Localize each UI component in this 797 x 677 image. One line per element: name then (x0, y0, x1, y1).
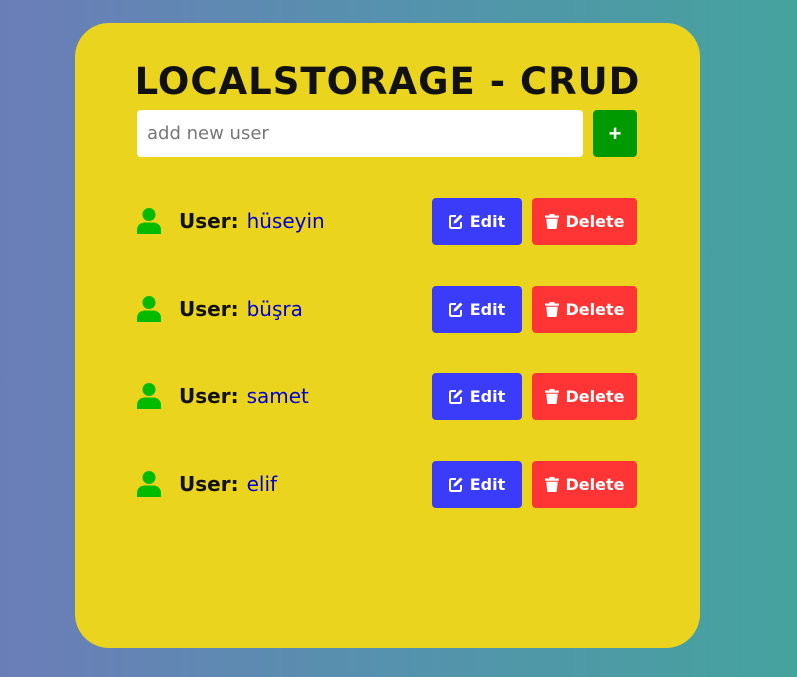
trash-icon (544, 301, 559, 317)
user-prefix: User: (179, 384, 239, 408)
delete-button[interactable]: Delete (532, 373, 637, 420)
user-prefix: User: (179, 296, 239, 321)
list-item: User: büşra Edit Delete (137, 285, 637, 333)
list-item: User: hüseyin Edit Delete (137, 198, 637, 245)
edit-icon (448, 389, 463, 404)
delete-label: Delete (565, 387, 625, 406)
edit-label: Edit (469, 387, 506, 406)
user-name: hüseyin (246, 209, 325, 233)
user-label: User: elif (179, 472, 277, 496)
edit-label: Edit (469, 299, 506, 319)
edit-icon (448, 214, 463, 229)
user-icon (137, 295, 161, 322)
user-name: büşra (246, 296, 303, 321)
delete-label: Delete (565, 474, 625, 494)
delete-label: Delete (565, 212, 625, 231)
user-label: User: samet (179, 384, 309, 408)
delete-label: Delete (565, 299, 625, 319)
add-user-button[interactable]: + (593, 110, 637, 157)
edit-label: Edit (469, 212, 506, 231)
trash-icon (544, 476, 559, 492)
delete-button[interactable]: Delete (532, 460, 637, 508)
user-name: samet (246, 384, 309, 408)
crud-card: LOCALSTORAGE - CRUD + User: hüseyin Edit (75, 23, 700, 648)
list-item: User: elif Edit Delete (137, 460, 637, 508)
edit-button[interactable]: Edit (432, 373, 522, 420)
new-user-input[interactable] (137, 110, 583, 157)
input-row: + (137, 110, 637, 157)
user-name: elif (246, 471, 278, 496)
user-list: User: hüseyin Edit Delete User: büşra Ed… (137, 198, 637, 548)
user-icon (137, 383, 161, 409)
page-title: LOCALSTORAGE - CRUD (134, 60, 641, 103)
delete-button[interactable]: Delete (532, 198, 637, 245)
delete-button[interactable]: Delete (532, 285, 637, 333)
user-prefix: User: (179, 471, 239, 496)
user-label: User: hüseyin (179, 209, 325, 233)
user-icon (137, 470, 161, 497)
trash-icon (544, 214, 559, 229)
list-item: User: samet Edit Delete (137, 373, 637, 420)
trash-icon (544, 389, 559, 404)
edit-icon (448, 302, 463, 317)
edit-button[interactable]: Edit (432, 285, 522, 333)
user-label: User: büşra (179, 297, 303, 321)
user-icon (137, 208, 161, 234)
edit-button[interactable]: Edit (432, 198, 522, 245)
user-prefix: User: (179, 209, 239, 233)
edit-icon (448, 477, 463, 492)
edit-button[interactable]: Edit (432, 460, 522, 508)
edit-label: Edit (469, 474, 506, 494)
